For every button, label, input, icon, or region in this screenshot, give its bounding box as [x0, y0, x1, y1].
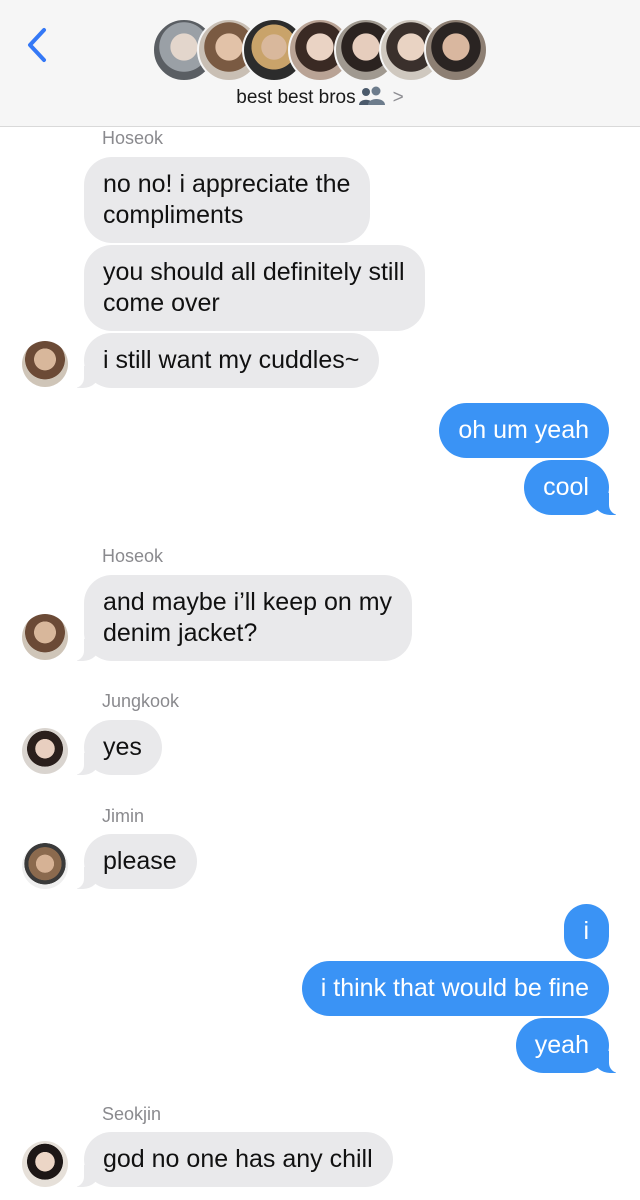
outgoing-message[interactable]: yeah: [515, 1018, 622, 1073]
avatar[interactable]: [22, 1141, 68, 1187]
conversation-header: best best bros >: [0, 0, 640, 127]
avatar[interactable]: [22, 341, 68, 387]
incoming-message[interactable]: you should all definitely still come ove…: [84, 245, 425, 331]
message-text-line: cool: [543, 473, 589, 501]
message-text-line: please: [103, 847, 177, 875]
message-text-line: compliments: [103, 201, 244, 229]
avatar[interactable]: [22, 728, 68, 774]
chevron-right-icon: >: [392, 87, 404, 108]
message-text-line: oh um yeah: [458, 416, 589, 444]
group-name-label: best best bros: [236, 87, 356, 108]
people-icon: [358, 86, 385, 112]
outgoing-message[interactable]: cool: [524, 460, 621, 515]
sender-name: Jungkook: [102, 691, 180, 711]
message-list: Hoseok no no! i appreciate the complimen…: [0, 127, 640, 1200]
incoming-message[interactable]: no no! i appreciate the compliments: [84, 157, 371, 243]
message-text-line: come over: [103, 289, 220, 317]
group-avatars[interactable]: [0, 18, 640, 82]
message-text-line: no no! i appreciate the: [103, 170, 351, 198]
message-text-line: and maybe i’ll keep on my: [103, 588, 393, 616]
avatar[interactable]: [22, 843, 68, 889]
message-text-line: i think that would be fine: [320, 974, 589, 1002]
message-text-line: denim jacket?: [103, 619, 258, 647]
message-text-line: you should all definitely still: [103, 258, 405, 286]
incoming-message[interactable]: and maybe i’ll keep on my denim jacket?: [71, 575, 413, 661]
avatar[interactable]: [22, 614, 68, 660]
sender-name: Hoseok: [102, 546, 164, 566]
outgoing-message[interactable]: i think that would be fine: [301, 961, 609, 1016]
incoming-message[interactable]: i still want my cuddles~: [71, 333, 380, 388]
incoming-message[interactable]: yes: [72, 720, 162, 775]
message-text-line: yes: [103, 733, 142, 761]
sender-name: Seokjin: [102, 1104, 162, 1124]
group-name-button[interactable]: best best bros >: [0, 86, 640, 112]
incoming-message[interactable]: god no one has any chill: [72, 1132, 393, 1187]
member-avatar: [424, 18, 488, 82]
message-text-line: yeah: [534, 1031, 589, 1059]
outgoing-message[interactable]: i: [564, 904, 609, 959]
incoming-message[interactable]: please: [72, 834, 197, 889]
message-text-line: god no one has any chill: [103, 1145, 373, 1173]
messages-screen: best best bros > Hoseok no no! i apprecia…: [0, 0, 640, 1200]
message-text-line: i still want my cuddles~: [103, 346, 360, 374]
outgoing-message[interactable]: oh um yeah: [439, 403, 609, 458]
message-text-line: i: [583, 917, 589, 945]
sender-name: Hoseok: [102, 128, 164, 148]
sender-name: Jimin: [102, 806, 145, 826]
